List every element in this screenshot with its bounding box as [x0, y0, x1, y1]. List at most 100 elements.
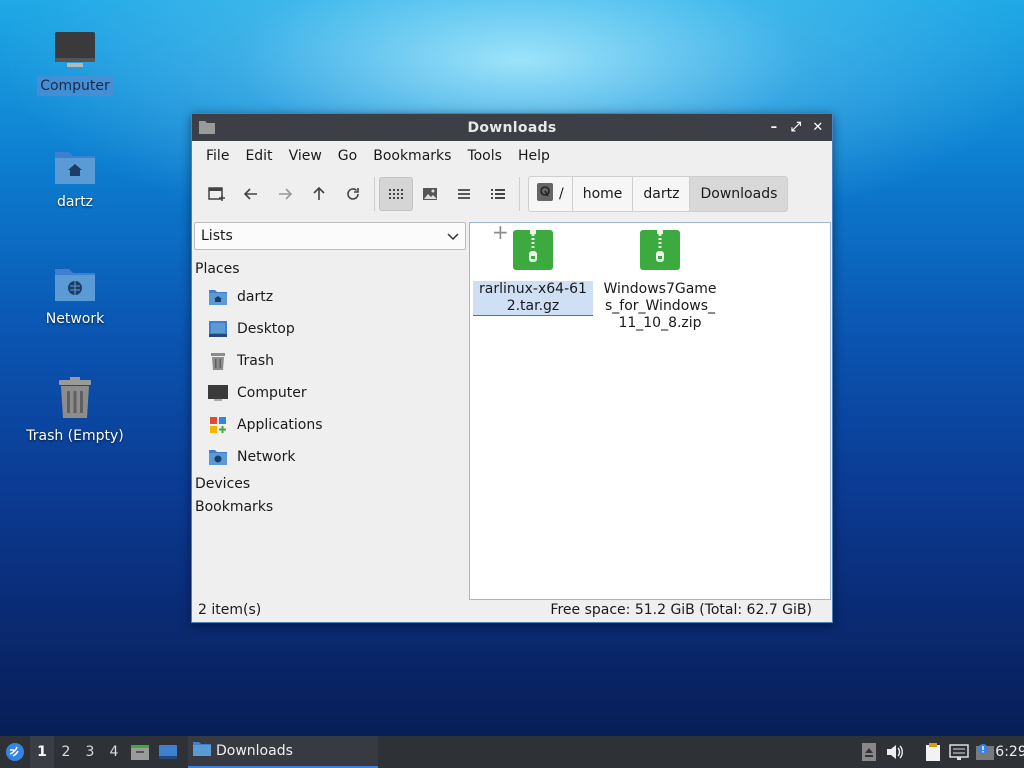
sidebar-item-trash[interactable]: Trash — [208, 349, 274, 373]
task-label: Downloads — [216, 743, 293, 759]
archive-icon — [512, 229, 554, 275]
back-icon[interactable] — [234, 177, 268, 211]
menu-edit[interactable]: Edit — [237, 141, 280, 171]
up-icon[interactable] — [302, 177, 336, 211]
file-name: rarlinux-x64-612.tar.gz — [473, 281, 593, 316]
desktop-icon-label: dartz — [56, 194, 94, 210]
network-folder-icon — [51, 255, 99, 303]
breadcrumb-root[interactable]: / — [528, 176, 573, 212]
clock[interactable]: 6:29 — [995, 736, 1024, 768]
desktop-icon-label: Computer — [37, 76, 113, 96]
file-manager-launcher-icon[interactable] — [126, 736, 154, 768]
maximize-icon[interactable]: ⤢ — [788, 118, 804, 136]
sidebar-item-desktop[interactable]: Desktop — [208, 317, 295, 341]
breadcrumb-home[interactable]: home — [571, 176, 634, 212]
status-bar: 2 item(s) Free space: 51.2 GiB (Total: 6… — [192, 598, 832, 622]
menu-tools[interactable]: Tools — [459, 141, 510, 171]
menu-bookmarks[interactable]: Bookmarks — [365, 141, 459, 171]
desktop-icon-label: Trash (Empty) — [26, 428, 124, 444]
forward-icon[interactable] — [268, 177, 302, 211]
sidebar-item-label: Network — [237, 449, 296, 465]
desktop-icon-network[interactable]: Network — [20, 255, 130, 329]
network-status-icon[interactable] — [946, 736, 972, 768]
menu-file[interactable]: File — [198, 141, 237, 171]
system-tray: 6:29 — [856, 736, 1024, 768]
folder-icon — [199, 120, 215, 138]
eject-icon[interactable] — [856, 736, 882, 768]
detailed-list-view-icon[interactable] — [481, 177, 515, 211]
home-folder-icon — [51, 138, 99, 186]
new-tab-icon[interactable] — [200, 177, 234, 211]
toolbar: / home dartz Downloads — [192, 171, 832, 217]
menu-help[interactable]: Help — [510, 141, 558, 171]
item-count: 2 item(s) — [198, 602, 262, 618]
section-devices[interactable]: Devices — [195, 476, 250, 492]
workspace-4[interactable]: 4 — [102, 736, 126, 768]
menu-go[interactable]: Go — [330, 141, 365, 171]
breadcrumb: / home dartz Downloads — [528, 176, 789, 212]
breadcrumb-dartz[interactable]: dartz — [632, 176, 691, 212]
update-notifier-icon[interactable] — [972, 736, 998, 768]
free-space: Free space: 51.2 GiB (Total: 62.7 GiB) — [550, 602, 812, 618]
menu-view[interactable]: View — [281, 141, 330, 171]
breadcrumb-label: / — [559, 186, 564, 202]
toolbar-separator — [519, 177, 520, 211]
tray-spacer — [908, 736, 920, 768]
desktop-icon-trash[interactable]: Trash (Empty) — [20, 372, 130, 446]
trash-icon — [51, 372, 99, 420]
chevron-down-icon — [447, 230, 459, 246]
sidebar-item-label: dartz — [237, 289, 274, 305]
start-menu-button[interactable] — [0, 736, 30, 768]
desktop-icon-computer[interactable]: Computer — [20, 22, 130, 96]
folder-icon — [192, 741, 212, 761]
desktop-icon-home[interactable]: dartz — [20, 138, 130, 212]
workspace-3[interactable]: 3 — [78, 736, 102, 768]
applications-icon — [208, 415, 228, 435]
reload-icon[interactable] — [336, 177, 370, 211]
sidebar-item-label: Desktop — [237, 321, 295, 337]
sidebar-item-network[interactable]: Network — [208, 445, 295, 469]
task-downloads[interactable]: Downloads — [188, 736, 378, 768]
file-item[interactable]: Windows7Games_for_Windows_11_10_8.zip — [600, 229, 720, 332]
sidebar-item-computer[interactable]: Computer — [208, 381, 307, 405]
icon-view-icon[interactable] — [379, 177, 413, 211]
close-icon[interactable]: ✕ — [810, 118, 826, 136]
sidebar-item-dartz[interactable]: dartz — [208, 285, 273, 309]
file-view[interactable]: + rarlinux-x64-612.tar.gz Windows7Games_… — [469, 222, 831, 600]
network-folder-icon — [208, 447, 228, 467]
title-bar[interactable]: Downloads – ⤢ ✕ — [192, 114, 832, 141]
toolbar-separator — [374, 177, 375, 211]
archive-icon — [639, 229, 681, 275]
desktop-icon — [208, 319, 228, 339]
volume-icon[interactable] — [882, 736, 908, 768]
file-manager-window: Downloads – ⤢ ✕ File Edit View Go Bookma… — [191, 113, 833, 623]
lubuntu-logo-icon — [6, 743, 24, 761]
section-bookmarks[interactable]: Bookmarks — [195, 499, 273, 515]
minimize-icon[interactable]: – — [766, 118, 782, 136]
sidebar-item-label: Trash — [237, 353, 274, 369]
clipboard-icon[interactable] — [920, 736, 946, 768]
breadcrumb-downloads[interactable]: Downloads — [689, 176, 789, 212]
desktop-icon-label: Network — [45, 311, 105, 327]
window-title: Downloads — [467, 119, 557, 136]
select-value: Lists — [201, 228, 233, 244]
drive-icon — [537, 183, 553, 205]
home-folder-icon — [208, 287, 228, 307]
menu-bar: File Edit View Go Bookmarks Tools Help — [192, 141, 832, 171]
sidebar-item-applications[interactable]: Applications — [208, 413, 323, 437]
show-desktop-icon[interactable] — [154, 736, 182, 768]
thumbnail-view-icon[interactable] — [413, 177, 447, 211]
computer-icon — [208, 383, 228, 403]
file-item[interactable]: rarlinux-x64-612.tar.gz — [473, 229, 593, 316]
sidebar-item-label: Applications — [237, 417, 323, 433]
sidebar-item-label: Computer — [237, 385, 307, 401]
workspace-2[interactable]: 2 — [54, 736, 78, 768]
section-places: Places — [195, 261, 240, 277]
computer-icon — [51, 22, 99, 70]
taskbar: 1 2 3 4 Downloads 6:29 — [0, 736, 1024, 768]
trash-icon — [208, 351, 228, 371]
file-name: Windows7Games_for_Windows_11_10_8.zip — [603, 281, 717, 331]
compact-view-icon[interactable] — [447, 177, 481, 211]
workspace-1[interactable]: 1 — [30, 736, 54, 768]
side-pane-mode-select[interactable]: Lists — [194, 222, 466, 250]
